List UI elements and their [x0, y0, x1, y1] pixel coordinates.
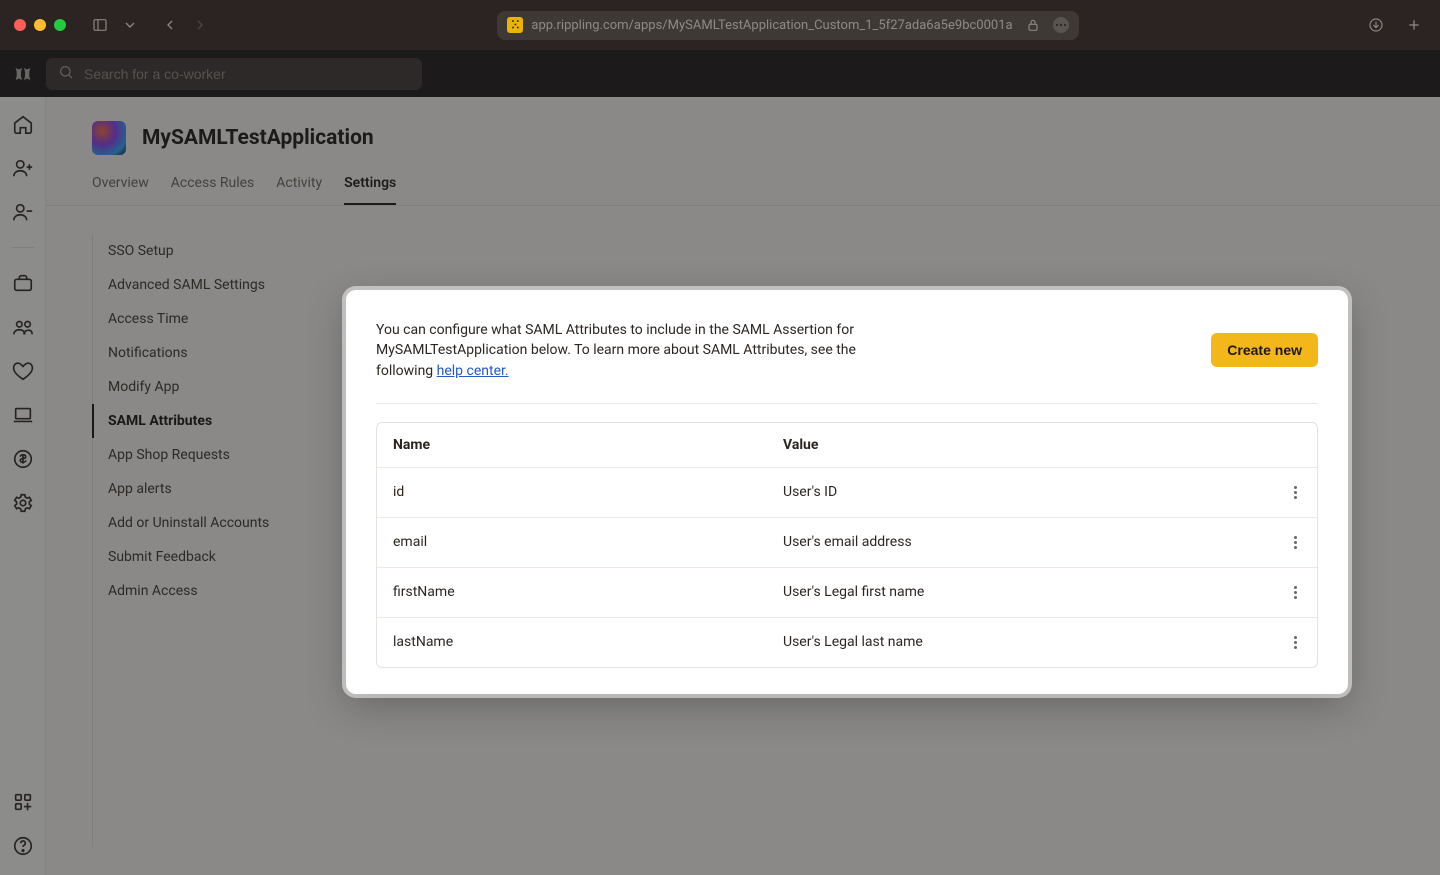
sidenav-item[interactable]: Notifications	[92, 336, 342, 370]
app-topbar	[0, 50, 1440, 97]
app-root: MySAMLTestApplication Overview Access Ru…	[0, 50, 1440, 875]
search-icon	[58, 64, 74, 84]
lock-icon	[1021, 13, 1045, 37]
sidenav-item-saml-attributes[interactable]: SAML Attributes	[92, 404, 342, 438]
saml-attributes-panel: You can configure what SAML Attributes t…	[346, 290, 1348, 694]
help-icon[interactable]	[12, 835, 34, 857]
row-actions-icon[interactable]	[1290, 582, 1301, 603]
sidebar-toggle-icon[interactable]	[88, 13, 112, 37]
table-row: lastName User's Legal last name	[377, 617, 1317, 667]
gear-icon[interactable]	[12, 492, 34, 514]
panel-description: You can configure what SAML Attributes t…	[376, 320, 856, 381]
tab-row: Overview Access Rules Activity Settings	[92, 175, 1394, 205]
window-controls	[14, 19, 66, 31]
saml-attributes-table: Name Value id User's ID email User's ema…	[376, 422, 1318, 668]
tab-access-rules[interactable]: Access Rules	[171, 175, 255, 205]
panel-divider	[376, 403, 1318, 404]
row-actions-icon[interactable]	[1290, 482, 1301, 503]
sidenav-item[interactable]: Modify App	[92, 370, 342, 404]
cell-name: id	[393, 484, 783, 500]
dollar-icon[interactable]	[12, 448, 34, 470]
cell-value: User's Legal last name	[783, 634, 1273, 650]
cell-name: email	[393, 534, 783, 550]
row-actions-icon[interactable]	[1290, 632, 1301, 653]
person-remove-icon[interactable]	[12, 201, 34, 223]
heart-icon[interactable]	[12, 360, 34, 382]
person-add-icon[interactable]	[12, 157, 34, 179]
briefcase-icon[interactable]	[12, 272, 34, 294]
site-favicon: ⵘ	[507, 17, 523, 33]
app-header: MySAMLTestApplication Overview Access Ru…	[46, 97, 1440, 205]
cell-value: User's email address	[783, 534, 1273, 550]
cell-name: lastName	[393, 634, 783, 650]
coworker-search[interactable]	[46, 58, 422, 90]
tab-activity[interactable]: Activity	[276, 175, 322, 205]
table-header-row: Name Value	[377, 423, 1317, 467]
sidenav-item[interactable]: Advanced SAML Settings	[92, 268, 342, 302]
new-tab-icon[interactable]	[1402, 13, 1426, 37]
home-icon[interactable]	[12, 113, 34, 135]
window-minimize[interactable]	[34, 19, 46, 31]
settings-sidenav: SSO Setup Advanced SAML Settings Access …	[92, 234, 342, 847]
downloads-icon[interactable]	[1364, 13, 1388, 37]
help-center-link[interactable]: help center.	[437, 363, 509, 379]
row-actions-icon[interactable]	[1290, 532, 1301, 553]
browser-chrome: ⵘ app.rippling.com/apps/MySAMLTestApplic…	[0, 0, 1440, 50]
sidenav-item[interactable]: SSO Setup	[92, 234, 342, 268]
window-zoom[interactable]	[54, 19, 66, 31]
sidenav-item[interactable]: Add or Uninstall Accounts	[92, 506, 342, 540]
cell-value: User's ID	[783, 484, 1273, 500]
sidenav-item[interactable]: Admin Access	[92, 574, 342, 608]
apps-icon[interactable]	[12, 791, 34, 813]
more-icon[interactable]	[1053, 17, 1069, 33]
app-title: MySAMLTestApplication	[142, 126, 374, 150]
nav-forward-icon	[188, 13, 212, 37]
rail-separator	[12, 247, 34, 248]
coworker-search-input[interactable]	[84, 66, 410, 82]
sidenav-item[interactable]: Submit Feedback	[92, 540, 342, 574]
window-close[interactable]	[14, 19, 26, 31]
table-row: firstName User's Legal first name	[377, 567, 1317, 617]
sidenav-item[interactable]: App Shop Requests	[92, 438, 342, 472]
chevron-down-icon[interactable]	[118, 13, 142, 37]
laptop-icon[interactable]	[12, 404, 34, 426]
nav-back-icon[interactable]	[158, 13, 182, 37]
create-new-button[interactable]: Create new	[1211, 333, 1318, 367]
left-rail	[0, 97, 46, 875]
url-text: app.rippling.com/apps/MySAMLTestApplicat…	[531, 18, 1012, 33]
app-icon	[92, 121, 126, 155]
sidenav-item[interactable]: Access Time	[92, 302, 342, 336]
table-row: email User's email address	[377, 517, 1317, 567]
tab-settings[interactable]: Settings	[344, 175, 396, 205]
col-header-value: Value	[783, 437, 1273, 453]
people-icon[interactable]	[12, 316, 34, 338]
cell-value: User's Legal first name	[783, 584, 1273, 600]
tab-overview[interactable]: Overview	[92, 175, 149, 205]
table-row: id User's ID	[377, 467, 1317, 517]
brand-logo-icon[interactable]	[10, 61, 36, 87]
col-header-name: Name	[393, 437, 783, 453]
cell-name: firstName	[393, 584, 783, 600]
url-bar[interactable]: ⵘ app.rippling.com/apps/MySAMLTestApplic…	[497, 11, 1078, 40]
sidenav-item[interactable]: App alerts	[92, 472, 342, 506]
